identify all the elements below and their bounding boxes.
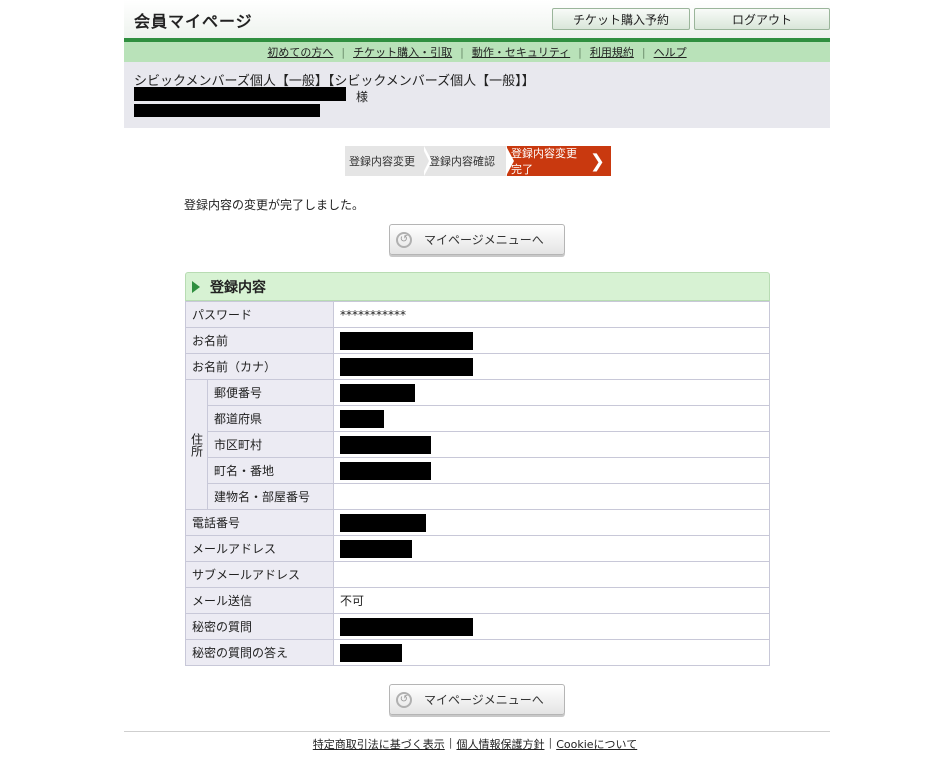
redacted-value (340, 435, 431, 454)
redacted-member-name (134, 87, 346, 101)
logout-button[interactable]: ログアウト (694, 8, 830, 30)
table-row: 町名・番地 (186, 457, 770, 484)
redacted-value (340, 331, 473, 350)
sub-nav: 初めての方へ | チケット購入・引取 | 動作・セキュリティ | 利用規約 | … (124, 42, 830, 62)
row-value-secret-answer (333, 639, 770, 666)
row-value-prefecture (333, 405, 770, 432)
table-row: 市区町村 (186, 431, 770, 458)
row-value-name-kana (333, 353, 770, 380)
page: 会員マイページ チケット購入予約 ログアウト 初めての方へ | チケット購入・引… (0, 0, 950, 763)
address-label: 住所 (185, 379, 208, 510)
mypage-menu-button-bottom[interactable]: ↺ マイページメニューへ (389, 684, 565, 715)
row-label-secret-answer: 秘密の質問の答え (185, 639, 334, 666)
return-arrow-icon: ↺ (396, 231, 412, 248)
redacted-value (340, 461, 431, 480)
table-row: 秘密の質問の答え (185, 639, 770, 666)
row-value-phone (333, 509, 770, 536)
footer: 特定商取引法に基づく表示 | 個人情報保護方針 | Cookieについて (0, 736, 950, 752)
redacted-value (340, 409, 384, 428)
table-row: 建物名・部屋番号 (186, 483, 770, 510)
table-row: 秘密の質問 (185, 613, 770, 640)
table-row: お名前（カナ） (185, 353, 770, 380)
table-row: 電話番号 (185, 509, 770, 536)
section-title: 登録内容 (210, 279, 266, 296)
redacted-member-id (134, 104, 320, 117)
site-header: 会員マイページ チケット購入予約 ログアウト (124, 0, 830, 38)
nav-link-help[interactable]: ヘルプ (646, 44, 695, 60)
redacted-value (340, 513, 426, 532)
table-row: お名前 (185, 327, 770, 354)
table-row: メールアドレス (185, 535, 770, 562)
footer-link-commerce-law[interactable]: 特定商取引法に基づく表示 (309, 736, 449, 752)
redacted-value (340, 357, 473, 376)
row-value-name (333, 327, 770, 354)
row-label-building: 建物名・部屋番号 (207, 483, 334, 510)
triangle-right-icon (192, 280, 200, 293)
mypage-menu-button-top[interactable]: ↺ マイページメニューへ (389, 224, 565, 255)
row-value-sub-email (333, 561, 770, 588)
nav-link-ticket-purchase[interactable]: チケット購入・引取 (345, 44, 460, 60)
row-value-password: *********** (333, 301, 770, 328)
row-value-town (333, 457, 770, 484)
step-complete: 登録内容変更完了 ❯ (507, 146, 611, 176)
row-label-email: メールアドレス (185, 535, 334, 562)
ticket-reservation-button[interactable]: チケット購入予約 (552, 8, 690, 30)
return-arrow-icon: ↺ (396, 691, 412, 708)
row-value-building (333, 483, 770, 510)
chevron-right-icon: ❯ (589, 150, 605, 172)
row-label-secret-question: 秘密の質問 (185, 613, 334, 640)
row-label-sub-email: サブメールアドレス (185, 561, 334, 588)
section-header: 登録内容 (185, 272, 770, 301)
row-value-postal (333, 379, 770, 406)
row-label-prefecture: 都道府県 (207, 405, 334, 432)
row-value-secret-question (333, 613, 770, 640)
completion-message: 登録内容の変更が完了しました。 (184, 198, 365, 212)
table-row: 都道府県 (186, 405, 770, 432)
table-row: サブメールアドレス (185, 561, 770, 588)
progress-steps: 登録内容変更 登録内容確認 登録内容変更完了 ❯ (345, 146, 611, 176)
step-confirm: 登録内容確認 (425, 146, 514, 176)
footer-link-privacy[interactable]: 個人情報保護方針 (452, 736, 548, 752)
nav-link-terms[interactable]: 利用規約 (582, 44, 642, 60)
redacted-value (340, 617, 473, 636)
footer-divider (124, 731, 830, 732)
row-label-city: 市区町村 (207, 431, 334, 458)
row-label-postal: 郵便番号 (207, 379, 334, 406)
step-edit: 登録内容変更 (345, 146, 432, 176)
row-label-name: お名前 (185, 327, 334, 354)
registration-table: パスワード *********** お名前 お名前（カナ） 住所 郵便番号 都道… (185, 301, 770, 666)
row-value-mail-send: 不可 (333, 587, 770, 614)
page-title: 会員マイページ (134, 12, 253, 31)
nav-link-security[interactable]: 動作・セキュリティ (464, 44, 578, 60)
row-label-password: パスワード (185, 301, 334, 328)
redacted-value (340, 539, 412, 558)
honorific: 様 (356, 90, 369, 104)
table-row: パスワード *********** (185, 301, 770, 328)
footer-link-cookie[interactable]: Cookieについて (552, 736, 641, 752)
row-label-name-kana: お名前（カナ） (185, 353, 334, 380)
member-info: シビックメンバーズ個人【一般】【シビックメンバーズ個人【一般】】 様 (124, 62, 830, 128)
row-label-mail-send: メール送信 (185, 587, 334, 614)
row-value-city (333, 431, 770, 458)
nav-link-first-time[interactable]: 初めての方へ (259, 44, 341, 60)
redacted-value (340, 643, 402, 662)
table-row: 住所 郵便番号 (185, 379, 770, 510)
row-label-town: 町名・番地 (207, 457, 334, 484)
table-row: メール送信 不可 (185, 587, 770, 614)
row-value-email (333, 535, 770, 562)
row-label-phone: 電話番号 (185, 509, 334, 536)
redacted-value (340, 383, 415, 402)
